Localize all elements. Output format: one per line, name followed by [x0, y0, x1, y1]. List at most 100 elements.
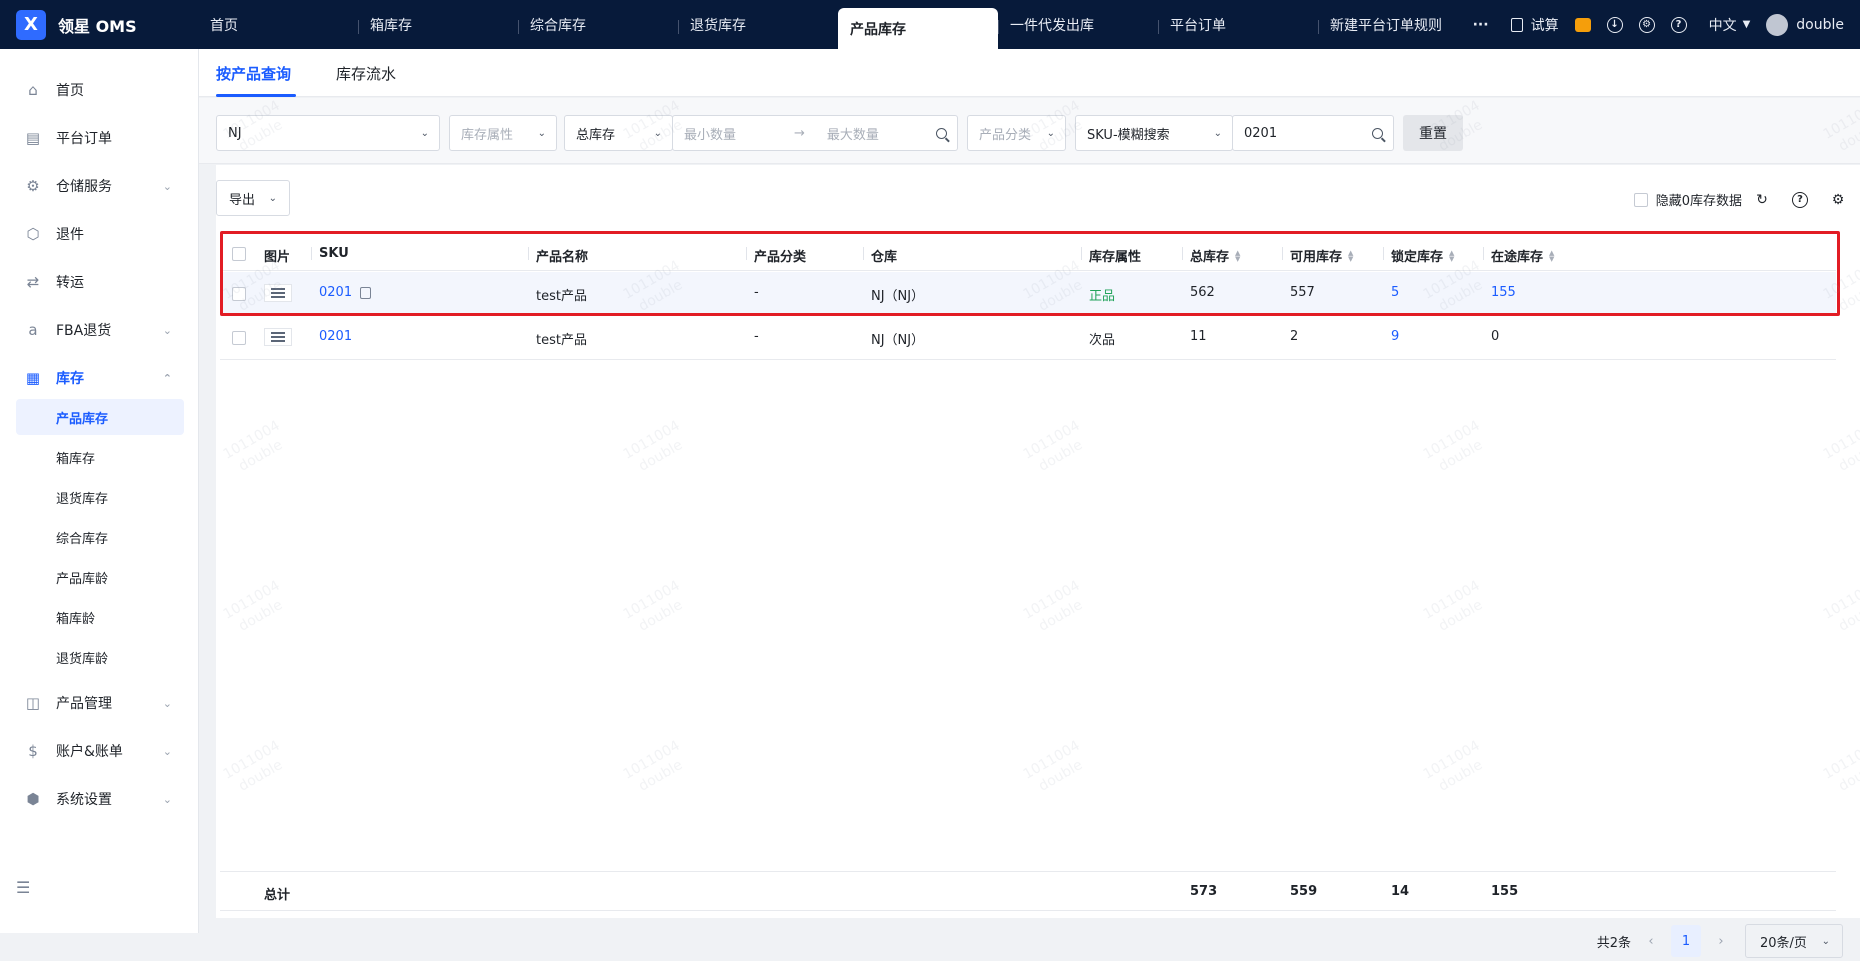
app-name: 领星 OMS [58, 16, 137, 36]
select-all-checkbox[interactable] [232, 247, 246, 261]
locked-stock-link[interactable]: 5 [1391, 285, 1399, 300]
table-row[interactable]: 0201 test产品 - NJ（NJ） 次品 11 2 9 0 [220, 316, 1836, 360]
sidebar-sub-product-inventory[interactable]: 产品库存 [16, 399, 184, 435]
warehouse-cell: NJ（NJ） [871, 289, 925, 304]
sidebar-item-platform-orders[interactable]: ▤ 平台订单 [16, 120, 184, 156]
download-icon[interactable]: ↓ [1606, 16, 1623, 33]
sidebar-item-fba-returns[interactable]: a FBA退货 ⌄ [16, 312, 184, 348]
reset-button[interactable]: 重置 [1403, 115, 1463, 151]
warehouse-service-icon: ⚙ [26, 177, 40, 195]
chevron-down-icon: ⌄ [162, 744, 172, 758]
sidebar-sub-box-inventory[interactable]: 箱库存 [16, 439, 184, 475]
sidebar-item-label: 库存 [56, 371, 84, 387]
col-total-stock[interactable]: 总库存 ▲ ▼ [1190, 246, 1240, 265]
sidebar-item-label: 系统设置 [56, 792, 112, 808]
sidebar-sub-return-inventory[interactable]: 退货库存 [16, 479, 184, 515]
sidebar-item-product-management[interactable]: ◫ 产品管理 ⌄ [16, 685, 184, 721]
page-size-select[interactable]: 20条/页 ⌄ [1745, 924, 1843, 958]
tab-by-product[interactable]: 按产品查询 [216, 63, 291, 84]
sidebar-sub-return-age[interactable]: 退货库龄 [16, 639, 184, 675]
col-available-stock[interactable]: 可用库存 ▲ ▼ [1290, 246, 1353, 265]
sidebar-item-transfer[interactable]: ⇄ 转运 [16, 264, 184, 300]
min-quantity-input[interactable]: 最小数量 [684, 124, 736, 143]
sidebar-item-inventory[interactable]: ▦ 库存 ⌃ [16, 360, 184, 396]
col-locked-stock[interactable]: 锁定库存 ▲ ▼ [1391, 246, 1454, 265]
home-icon: ⌂ [28, 81, 38, 99]
calculator-icon [1510, 17, 1523, 32]
column-settings-icon[interactable]: ⚙ [1830, 192, 1846, 208]
copy-icon[interactable] [360, 286, 372, 299]
product-name-cell: test产品 [536, 333, 587, 348]
sidebar-item-label: 退件 [56, 227, 84, 243]
chevron-down-icon: ⌄ [537, 127, 546, 139]
transfer-icon: ⇄ [26, 273, 40, 291]
export-button[interactable]: 导出 ⌄ [216, 180, 290, 216]
search-mode-value: SKU-模糊搜索 [1087, 127, 1170, 143]
tab-inventory-flow[interactable]: 库存流水 [336, 63, 396, 84]
top-tab-overall-inventory[interactable]: 综合库存 [518, 0, 678, 49]
quantity-range-input[interactable]: 最小数量 → 最大数量 [672, 115, 958, 151]
brand[interactable]: X 领星 OMS [0, 0, 198, 49]
in-transit-stock-link[interactable]: 155 [1491, 285, 1516, 300]
sku-search-value: 0201 [1244, 125, 1278, 141]
warehouse-select[interactable]: NJ ⌄ [216, 115, 440, 151]
sidebar-sub-overall-inventory[interactable]: 综合库存 [16, 519, 184, 555]
sidebar-sub-product-age[interactable]: 产品库龄 [16, 559, 184, 595]
page-1-button[interactable]: 1 [1671, 925, 1701, 957]
sidebar-item-system-settings[interactable]: ⬢ 系统设置 ⌄ [16, 781, 184, 817]
hide-zero-label: 隐藏0库存数据 [1655, 194, 1742, 209]
return-icon: ⬡ [26, 225, 40, 243]
refresh-icon[interactable]: ↻ [1754, 192, 1770, 208]
stock-attribute-select[interactable]: 库存属性 ⌄ [449, 115, 557, 151]
help-icon[interactable]: ? [1792, 191, 1808, 208]
sidebar-item-warehouse-service[interactable]: ⚙ 仓储服务 ⌄ [16, 168, 184, 204]
language-select[interactable]: 中文 ▼ [1709, 15, 1751, 35]
search-mode-select[interactable]: SKU-模糊搜索 ⌄ [1075, 115, 1233, 151]
locked-stock-link[interactable]: 9 [1391, 329, 1399, 344]
robot-icon[interactable] [1574, 17, 1591, 32]
max-quantity-input[interactable]: 最大数量 [827, 124, 879, 143]
settings-icon[interactable]: ⚙ [1638, 16, 1655, 33]
calculator-button[interactable]: 试算 [1510, 15, 1559, 35]
top-tab-platform-orders[interactable]: 平台订单 [1158, 0, 1318, 49]
col-in-transit-stock[interactable]: 在途库存 ▲ ▼ [1491, 246, 1554, 265]
top-tab-box-inventory[interactable]: 箱库存 [358, 0, 518, 49]
available-stock-cell: 2 [1290, 329, 1299, 344]
top-tab-product-inventory[interactable]: 产品库存 [838, 8, 998, 49]
sku-link[interactable]: 0201 [319, 329, 352, 344]
col-image: 图片 [264, 250, 291, 265]
product-category-select[interactable]: 产品分类 ⌄ [967, 115, 1066, 151]
chevron-down-icon: ⌄ [653, 127, 662, 139]
main-area: 按产品查询 库存流水 NJ ⌄ 库存属性 ⌄ 总库存 ⌄ 最小数量 → 最大数量… [199, 49, 1860, 958]
top-tab-dropship-outbound[interactable]: 一件代发出库 [998, 0, 1158, 49]
prev-page-button[interactable]: ‹ [1639, 934, 1663, 949]
totals-row: 总计 573 559 14 155 [220, 871, 1836, 911]
row-checkbox[interactable] [232, 287, 246, 301]
pagination: 共2条 ‹ 1 › 20条/页 ⌄ [1440, 921, 1860, 961]
help-icon[interactable]: ? [1670, 16, 1687, 33]
page-size-value: 20条/页 [1760, 935, 1807, 951]
sidebar-item-label: 仓储服务 [56, 179, 112, 195]
sidebar-item-account-billing[interactable]: $ 账户&账单 ⌄ [16, 733, 184, 769]
product-thumbnail [264, 328, 292, 346]
sku-search-input[interactable]: 0201 [1232, 115, 1394, 151]
more-tabs-button[interactable]: ··· [1473, 17, 1489, 33]
col-sku: SKU [319, 246, 349, 261]
top-tab-return-inventory[interactable]: 退货库存 [678, 0, 838, 49]
row-checkbox[interactable] [232, 331, 246, 345]
user-menu[interactable]: double [1766, 13, 1844, 36]
sku-link[interactable]: 0201 [319, 285, 372, 300]
top-tab-new-order-rule[interactable]: 新建平台订单规则 [1318, 0, 1478, 49]
chevron-down-icon: ⌄ [1821, 935, 1830, 947]
top-nav-tabs: 首页 箱库存 综合库存 退货库存 产品库存 一件代发出库 平台订单 新建平台订单… [198, 0, 1478, 49]
sidebar-item-returns[interactable]: ⬡ 退件 [16, 216, 184, 252]
top-tab-home[interactable]: 首页 [198, 0, 358, 49]
quantity-type-select[interactable]: 总库存 ⌄ [564, 115, 673, 151]
sidebar-sub-box-age[interactable]: 箱库龄 [16, 599, 184, 635]
chevron-down-icon: ⌄ [162, 696, 172, 710]
sidebar-item-home[interactable]: ⌂ 首页 [16, 72, 184, 108]
next-page-button[interactable]: › [1709, 934, 1733, 949]
table-row[interactable]: 0201 test产品 - NJ（NJ） 正品 562 557 5 155 [220, 272, 1836, 316]
hide-zero-checkbox[interactable] [1633, 192, 1648, 207]
collapse-sidebar-icon[interactable]: ☰ [16, 878, 30, 897]
